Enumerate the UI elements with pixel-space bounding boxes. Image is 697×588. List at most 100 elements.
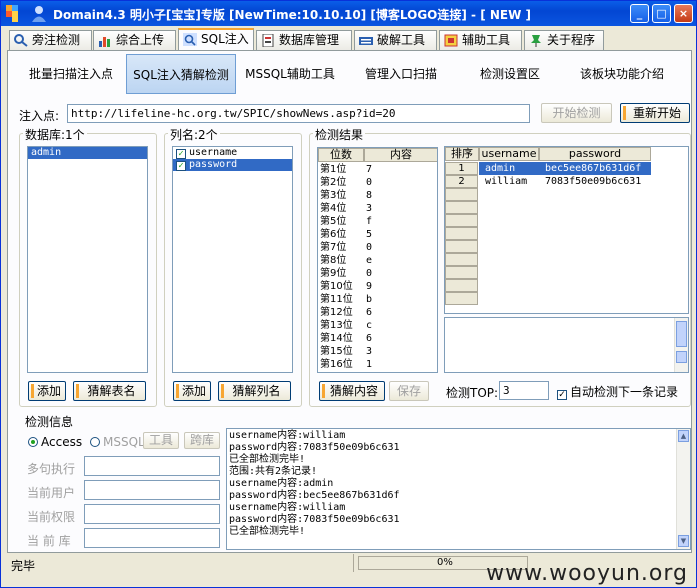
- checkbox-checked-icon[interactable]: ✓: [176, 149, 186, 159]
- row-header[interactable]: [445, 279, 478, 292]
- column-item-username[interactable]: ✓ username: [173, 147, 292, 159]
- close-button[interactable]: ×: [674, 4, 693, 23]
- add-column-button[interactable]: 添加: [173, 381, 211, 401]
- subtab-admin-scan[interactable]: 管理入口扫描: [353, 54, 449, 94]
- subtab-help[interactable]: 该板块功能介绍: [568, 54, 676, 94]
- subtab-settings[interactable]: 检测设置区: [466, 54, 554, 94]
- record-grid[interactable]: 排序 username password admin bec5ee867b631d…: [444, 146, 689, 314]
- row-header[interactable]: [445, 227, 478, 240]
- row-header[interactable]: 2: [445, 175, 478, 188]
- content-cell: 9: [366, 281, 373, 292]
- tab-side-injection[interactable]: 旁注检测: [9, 30, 92, 50]
- row-header[interactable]: [445, 292, 478, 305]
- scroll-thumb[interactable]: [676, 351, 687, 363]
- minimize-button[interactable]: _: [630, 4, 649, 23]
- record-detail-box[interactable]: [444, 317, 689, 373]
- database-list[interactable]: admin: [27, 146, 148, 373]
- row-header[interactable]: [445, 214, 478, 227]
- content-cell: f: [366, 216, 373, 227]
- detect-log[interactable]: username内容:william password内容:7083f50e09b…: [226, 428, 691, 550]
- top-label: 检测TOP:: [446, 386, 499, 400]
- save-button[interactable]: 保存: [389, 381, 429, 401]
- pin-icon: [531, 35, 541, 47]
- title-bar[interactable]: Domain4.3 明小子[宝宝]专版 [NewTime:10.10.10] […: [1, 1, 696, 26]
- position-cell: 第10位: [320, 281, 353, 292]
- accent-mark: [176, 384, 179, 398]
- magnifier-icon: [14, 34, 28, 47]
- main-tabs: 旁注检测 综合上传 SQL注入 数据库管理 破解工具 辅助工具 关于程序: [7, 28, 692, 51]
- tab-label: 关于程序: [547, 33, 596, 47]
- columns-list[interactable]: ✓ username ✓ password: [172, 146, 293, 373]
- content-cell: 6: [366, 333, 373, 344]
- cross-db-button[interactable]: 跨库: [184, 432, 220, 449]
- database-item-admin[interactable]: admin: [28, 147, 147, 159]
- row-header[interactable]: [445, 253, 478, 266]
- position-cell: 第1位: [320, 164, 347, 175]
- tab-aux-tools[interactable]: 辅助工具: [439, 30, 522, 50]
- row-header[interactable]: [445, 188, 478, 201]
- log-line: password内容:7083f50e09b6c631: [229, 442, 400, 453]
- checkbox-checked-icon[interactable]: ✓: [176, 161, 186, 171]
- position-cell: 第15位: [320, 346, 353, 357]
- guess-columns-button[interactable]: 猜解列名: [218, 381, 291, 401]
- inject-url-input[interactable]: http://lifeline-hc.org.tw/SPIC/showNews.…: [67, 104, 530, 123]
- password-cell: 7083f50e09b6c631: [545, 176, 642, 187]
- row-header[interactable]: [445, 266, 478, 279]
- column-header[interactable]: 内容: [364, 148, 437, 162]
- restart-button[interactable]: 重新开始: [620, 103, 690, 123]
- vertical-scrollbar[interactable]: [674, 318, 688, 372]
- mssql-radio[interactable]: MSSQL: [90, 435, 145, 449]
- subtab-batch-scan[interactable]: 批量扫描注入点: [18, 54, 124, 94]
- tab-crack-tools[interactable]: 破解工具: [354, 30, 437, 50]
- accent-mark: [221, 384, 224, 398]
- row-header[interactable]: [445, 201, 478, 214]
- current-privilege-field[interactable]: [84, 504, 220, 524]
- row-header[interactable]: 1: [445, 162, 478, 175]
- access-radio[interactable]: Access: [28, 435, 82, 449]
- guess-content-label: 猜解内容: [329, 384, 378, 398]
- tool-button[interactable]: 工具: [143, 432, 179, 449]
- add-database-button[interactable]: 添加: [28, 381, 66, 401]
- scroll-up-icon[interactable]: ▲: [678, 430, 689, 442]
- current-user-field[interactable]: [84, 480, 220, 500]
- tab-label: 数据库管理: [279, 33, 340, 47]
- start-detect-button[interactable]: 开始检测: [541, 103, 612, 123]
- radio-empty-icon[interactable]: [90, 437, 100, 447]
- status-divider: [1, 554, 354, 572]
- multi-exec-label: 多句执行: [27, 462, 76, 476]
- radio-selected-icon[interactable]: [28, 437, 38, 447]
- tab-database-manage[interactable]: 数据库管理: [256, 30, 352, 50]
- checkbox-checked-icon[interactable]: ✓: [557, 390, 567, 400]
- row-header[interactable]: [445, 240, 478, 253]
- column-header[interactable]: password: [539, 147, 651, 161]
- scroll-thumb[interactable]: [676, 321, 687, 347]
- tab-upload[interactable]: 综合上传: [93, 30, 176, 50]
- column-header[interactable]: 排序: [445, 147, 479, 161]
- subtab-mssql-tools[interactable]: MSSQL辅助工具: [240, 54, 340, 94]
- guess-content-button[interactable]: 猜解内容: [319, 381, 385, 401]
- accent-mark: [623, 106, 626, 120]
- column-header[interactable]: username: [479, 147, 539, 161]
- tab-label: 破解工具: [377, 33, 426, 47]
- column-header[interactable]: 位数: [318, 148, 364, 162]
- scroll-down-icon[interactable]: ▼: [678, 535, 689, 547]
- content-cell: 1: [366, 359, 373, 370]
- auto-next-checkbox[interactable]: ✓ 自动检测下一条记录: [557, 383, 678, 400]
- tab-sql-injection[interactable]: SQL注入: [178, 28, 254, 51]
- position-grid[interactable]: 位数 内容 第1位 7 第2位 0 第3位 8 第4位 3 第5位 f 第6位 5 第7位 0 第8位 e 第9…: [317, 147, 438, 373]
- subtab-sql-guess[interactable]: SQL注入猜解检测: [126, 54, 236, 94]
- content-cell: e: [366, 255, 373, 266]
- position-cell: 第4位: [320, 203, 347, 214]
- accent-mark: [76, 384, 79, 398]
- multi-exec-field[interactable]: [84, 456, 220, 476]
- top-input[interactable]: 3: [499, 381, 549, 400]
- vertical-scrollbar[interactable]: ▲ ▼: [676, 429, 690, 549]
- tab-about[interactable]: 关于程序: [524, 30, 604, 50]
- current-db-field[interactable]: [84, 528, 220, 548]
- maximize-button[interactable]: □: [652, 4, 671, 23]
- guess-tables-button[interactable]: 猜解表名: [73, 381, 146, 401]
- position-cell: 第3位: [320, 190, 347, 201]
- log-line: 范围:共有2条记录!: [229, 466, 318, 477]
- password-cell: bec5ee867b631d6f: [545, 163, 642, 174]
- column-item-password[interactable]: ✓ password: [173, 159, 292, 171]
